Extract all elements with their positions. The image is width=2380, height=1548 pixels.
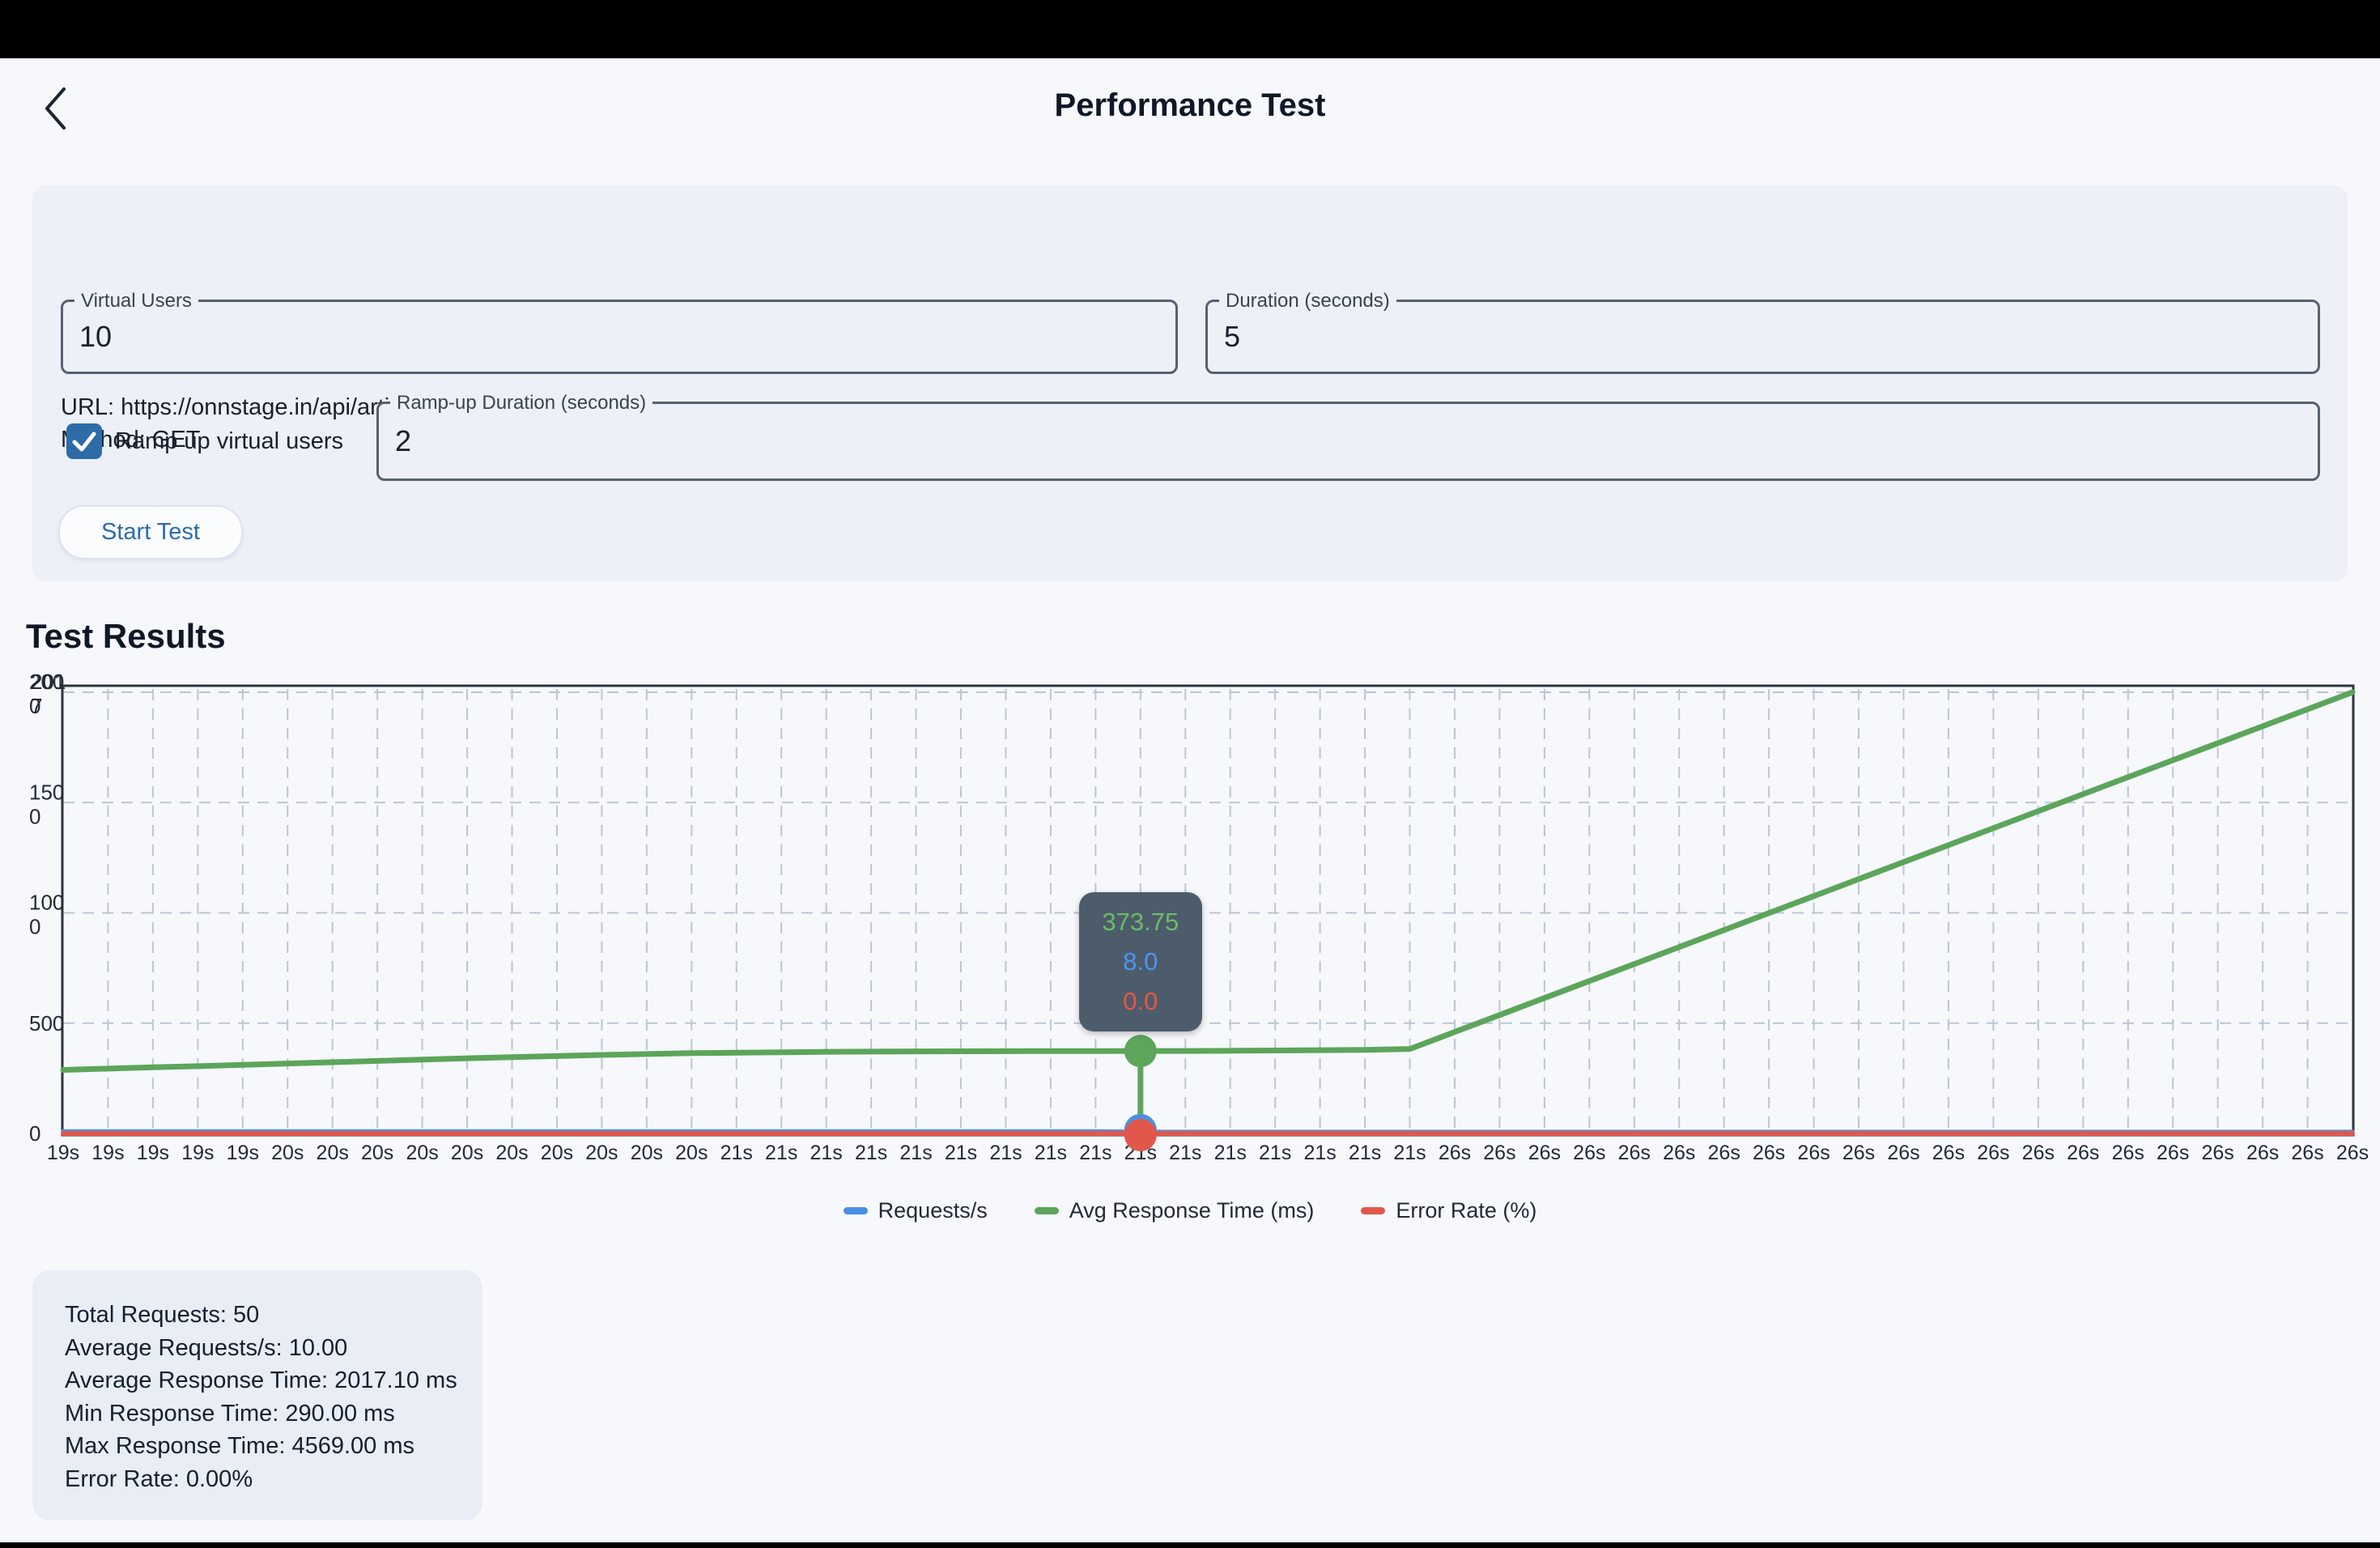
summary-avg-requests: Average Requests/s: 10.00: [65, 1332, 450, 1365]
legend-item: Avg Response Time (ms): [1035, 1198, 1315, 1223]
x-axis-tick-label: 21s: [945, 1142, 977, 1164]
x-axis-tick-label: 26s: [1483, 1142, 1515, 1164]
tooltip-response-value: 373.75: [1102, 908, 1179, 937]
start-test-button[interactable]: Start Test: [58, 505, 243, 559]
x-axis-tick-label: 19s: [181, 1142, 214, 1164]
y-axis-tick-label: 1000: [29, 891, 64, 939]
x-axis-tick-label: 26s: [2291, 1142, 2323, 1164]
legend-label: Error Rate (%): [1396, 1198, 1536, 1223]
x-axis-tick-label: 21s: [989, 1142, 1022, 1164]
legend-item: Error Rate (%): [1361, 1198, 1536, 1223]
x-axis-tick-label: 26s: [2112, 1142, 2144, 1164]
x-axis-tick-label: 20s: [317, 1142, 349, 1164]
x-axis-tick-label: 26s: [1887, 1142, 1919, 1164]
x-axis-tick-label: 20s: [495, 1142, 528, 1164]
status-bar: [0, 0, 2380, 58]
duration-field: Duration (seconds): [1205, 300, 2320, 374]
x-axis-tick-label: 21s: [1349, 1142, 1381, 1164]
x-axis-tick-label: 26s: [2067, 1142, 2099, 1164]
x-axis-tick-label: 26s: [1753, 1142, 1785, 1164]
summary-error-rate: Error Rate: 0.00%: [65, 1463, 450, 1496]
x-axis-tick-label: 21s: [1393, 1142, 1426, 1164]
bottom-bar: [0, 1542, 2380, 1548]
selected-point-dot-response: [1124, 1035, 1157, 1067]
x-axis-tick-label: 20s: [585, 1142, 618, 1164]
checkmark-icon: [66, 423, 102, 459]
virtual-users-input[interactable]: [79, 302, 1081, 372]
y-axis-tick-label: 500: [29, 1011, 64, 1036]
x-axis-tick-label: 20s: [631, 1142, 663, 1164]
test-config-card: URL: https://onnstage.in/api/artist/info…: [32, 185, 2348, 581]
x-axis-tick-label: 21s: [1259, 1142, 1291, 1164]
ramp-up-duration-field: Ramp-up Duration (seconds): [376, 402, 2320, 481]
tooltip-error-value: 0.0: [1123, 987, 1158, 1016]
x-axis-tick-label: 26s: [2157, 1142, 2189, 1164]
virtual-users-field: Virtual Users: [61, 300, 1178, 374]
performance-chart: 2000150010005000201719s19s19s19s19s20s20…: [0, 656, 2380, 1190]
y-axis-max-label-overlap: 2017: [31, 670, 66, 718]
x-axis-tick-label: 21s: [899, 1142, 932, 1164]
y-axis-tick-label: 1500: [29, 780, 64, 828]
y-axis-tick-label: 0: [29, 1121, 40, 1146]
x-axis-tick-label: 21s: [1079, 1142, 1111, 1164]
chart-legend: Requests/s Avg Response Time (ms) Error Ra…: [0, 1198, 2380, 1223]
x-axis-tick-label: 20s: [675, 1142, 708, 1164]
duration-input[interactable]: [1224, 302, 2223, 372]
x-axis-tick-label: 19s: [227, 1142, 259, 1164]
summary-avg-response: Average Response Time: 2017.10 ms: [65, 1364, 450, 1397]
ramp-up-checkbox-label: Ramp up virtual users: [115, 428, 343, 455]
x-axis-tick-label: 20s: [361, 1142, 393, 1164]
response-time-line: [63, 692, 2352, 1070]
legend-swatch-icon: [844, 1207, 868, 1214]
tooltip-requests-value: 8.0: [1123, 947, 1158, 976]
summary-total-requests: Total Requests: 50: [65, 1299, 450, 1332]
x-axis-tick-label: 21s: [1169, 1142, 1201, 1164]
x-axis-tick-label: 21s: [1214, 1142, 1247, 1164]
x-axis-tick-label: 26s: [1528, 1142, 1561, 1164]
x-axis-tick-label: 26s: [1977, 1142, 2009, 1164]
x-axis-tick-label: 20s: [541, 1142, 573, 1164]
legend-label: Avg Response Time (ms): [1069, 1198, 1315, 1223]
x-axis-tick-label: 26s: [2201, 1142, 2233, 1164]
x-axis-tick-label: 26s: [1573, 1142, 1605, 1164]
x-axis-tick-label: 19s: [137, 1142, 169, 1164]
x-axis-tick-label: 21s: [1303, 1142, 1336, 1164]
x-axis-tick-label: 26s: [2022, 1142, 2055, 1164]
ramp-up-duration-input[interactable]: [395, 404, 2140, 478]
results-heading: Test Results: [26, 617, 226, 656]
chart-tooltip: 373.75 8.0 0.0: [1079, 892, 1202, 1031]
x-axis-tick-label: 26s: [1797, 1142, 1830, 1164]
x-axis-tick-label: 26s: [1842, 1142, 1875, 1164]
page-title: Performance Test: [0, 87, 2380, 124]
legend-swatch-icon: [1035, 1207, 1059, 1214]
summary-card: Total Requests: 50 Average Requests/s: 1…: [32, 1270, 482, 1520]
header: Performance Test: [0, 58, 2380, 164]
x-axis-tick-label: 19s: [47, 1142, 79, 1164]
x-axis-tick-label: 21s: [855, 1142, 887, 1164]
chart-plot-frame: [62, 686, 2353, 1135]
x-axis-tick-label: 26s: [1663, 1142, 1695, 1164]
summary-min-response: Min Response Time: 290.00 ms: [65, 1397, 450, 1431]
legend-item: Requests/s: [844, 1198, 988, 1223]
x-axis-tick-label: 20s: [271, 1142, 304, 1164]
x-axis-tick-label: 21s: [765, 1142, 797, 1164]
x-axis-tick-label: 26s: [1708, 1142, 1740, 1164]
x-axis-tick-label: 19s: [91, 1142, 124, 1164]
x-axis-tick-label: 21s: [1035, 1142, 1067, 1164]
x-axis-tick-label: 26s: [1932, 1142, 1965, 1164]
legend-swatch-icon: [1361, 1207, 1385, 1214]
x-axis-tick-label: 26s: [2336, 1142, 2369, 1164]
ramp-up-checkbox[interactable]: [66, 423, 102, 459]
legend-label: Requests/s: [878, 1198, 988, 1223]
x-axis-tick-label: 21s: [720, 1142, 753, 1164]
x-axis-tick-label: 26s: [1618, 1142, 1651, 1164]
x-axis-tick-label: 21s: [810, 1142, 843, 1164]
ramp-up-checkbox-row: Ramp up virtual users: [66, 423, 343, 459]
x-axis-tick-label: 26s: [2246, 1142, 2279, 1164]
x-axis-tick-label: 26s: [1439, 1142, 1471, 1164]
x-axis-tick-label: 20s: [451, 1142, 483, 1164]
summary-max-response: Max Response Time: 4569.00 ms: [65, 1430, 450, 1463]
selected-point-dot-error: [1124, 1119, 1157, 1151]
x-axis-tick-label: 20s: [406, 1142, 438, 1164]
